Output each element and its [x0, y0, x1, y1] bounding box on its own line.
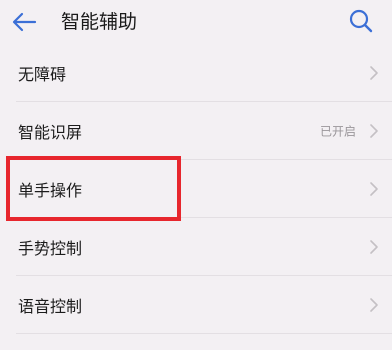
chevron-right-icon	[370, 182, 378, 196]
item-label: 手势控制	[18, 239, 83, 258]
page-title: 智能辅助	[61, 11, 138, 33]
item-label: 单手操作	[18, 181, 83, 200]
list-item-accessibility[interactable]: 无障碍	[0, 44, 392, 102]
item-label: 语音控制	[18, 297, 83, 316]
chevron-right-icon	[370, 66, 378, 80]
chevron-right-icon	[370, 240, 378, 254]
list-item-one-hand[interactable]: 单手操作	[0, 160, 392, 218]
back-arrow-icon	[12, 12, 37, 32]
chevron-right-icon	[370, 298, 378, 312]
list-item-gesture[interactable]: 手势控制	[0, 218, 392, 276]
header: 智能辅助	[0, 0, 392, 44]
search-button[interactable]	[346, 6, 376, 36]
back-button[interactable]	[10, 8, 38, 36]
status-text: 已开启	[319, 124, 356, 139]
search-icon	[349, 9, 373, 33]
divider	[16, 333, 392, 334]
list-item-voice[interactable]: 语音控制	[0, 276, 392, 334]
chevron-right-icon	[370, 124, 378, 138]
item-label: 无障碍	[18, 65, 67, 84]
item-label: 智能识屏	[18, 123, 83, 142]
list-item-smart-screen[interactable]: 智能识屏 已开启	[0, 102, 392, 160]
